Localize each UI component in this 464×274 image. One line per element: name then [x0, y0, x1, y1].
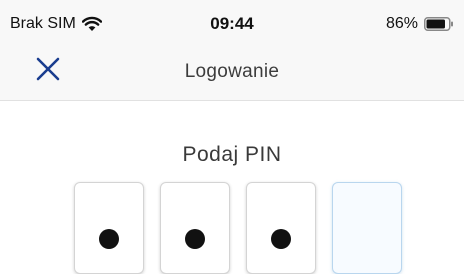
pin-prompt-label: Podaj PIN: [182, 143, 282, 166]
status-bar: Brak SIM 09:44 86%: [0, 0, 464, 44]
pin-digit-box-1[interactable]: [74, 182, 144, 274]
nav-bar: Logowanie: [0, 44, 464, 101]
page-title: Logowanie: [184, 61, 280, 82]
pin-digit-box-4[interactable]: [332, 182, 402, 274]
pin-dot: [271, 229, 291, 249]
pin-dot: [185, 229, 205, 249]
pin-dot: [99, 229, 119, 249]
battery-group: 86%: [386, 14, 454, 34]
battery-icon: [424, 17, 454, 31]
pin-input-group[interactable]: [74, 182, 402, 274]
pin-digit-box-2[interactable]: [160, 182, 230, 274]
pin-digit-box-3[interactable]: [246, 182, 316, 274]
battery-percent: 86%: [385, 15, 418, 32]
